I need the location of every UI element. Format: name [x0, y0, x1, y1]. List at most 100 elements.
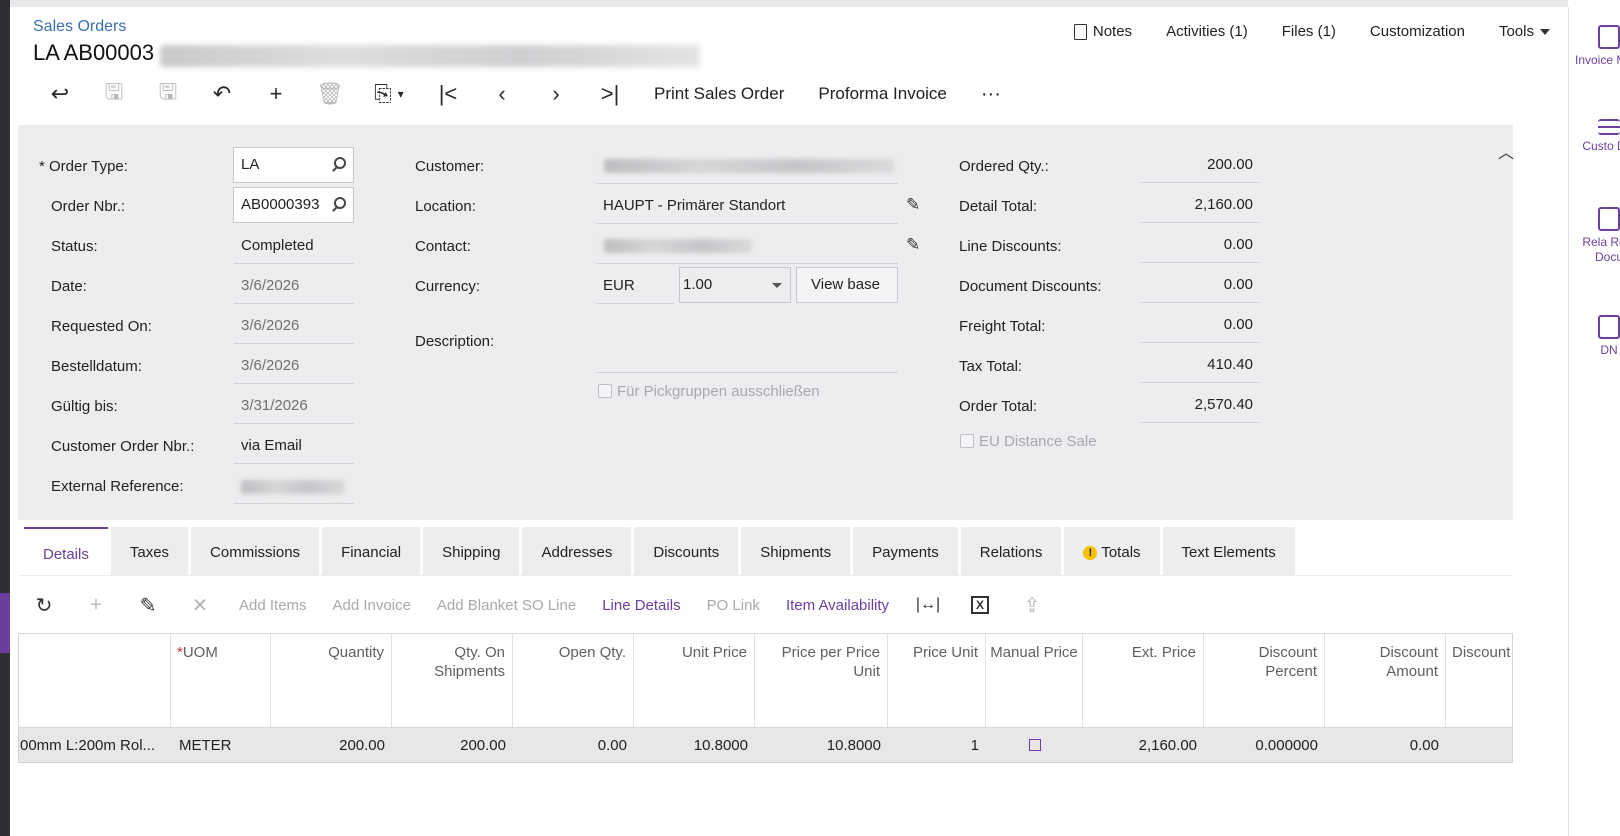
cell-quantity[interactable]: 200.00 — [271, 728, 392, 762]
cell-discount-amount[interactable]: 0.00 — [1325, 728, 1446, 762]
manual-price-checkbox[interactable] — [1028, 739, 1041, 751]
side-invoice-memo[interactable]: Invoice Mem — [1569, 25, 1620, 68]
upload-icon[interactable]: ⇪ — [1006, 588, 1058, 622]
col-header-quantity[interactable]: Quantity — [271, 634, 392, 727]
cell-uom[interactable]: METER — [171, 728, 271, 762]
back-icon[interactable]: ↩ — [33, 80, 87, 108]
fit-columns-icon[interactable]: |↔| — [902, 588, 954, 622]
more-actions-icon[interactable]: ··· — [964, 80, 1018, 108]
view-base-button[interactable]: View base — [796, 267, 898, 303]
cell-qty-on-shipments[interactable]: 200.00 — [392, 728, 513, 762]
search-icon[interactable] — [334, 157, 346, 169]
save-icon[interactable]: 🖫 — [141, 79, 195, 108]
proforma-invoice-button[interactable]: Proforma Invoice — [801, 80, 964, 108]
cell-discount-percent[interactable]: 0.000000 — [1204, 728, 1325, 762]
item-availability-button[interactable]: Item Availability — [773, 597, 902, 614]
edit-location-icon[interactable]: ✎ — [906, 195, 920, 215]
col-header-discount-percent[interactable]: Discount Percent — [1204, 634, 1325, 727]
currency-rate-select[interactable]: 1.00 — [679, 267, 791, 303]
cell-price-unit[interactable]: 1 — [888, 728, 986, 762]
activities-button[interactable]: Activities (1) — [1166, 23, 1248, 40]
add-blanket-so-line-button[interactable]: Add Blanket SO Line — [424, 597, 589, 614]
tab-details[interactable]: Details — [24, 527, 108, 575]
refresh-icon[interactable]: ↻ — [18, 588, 70, 622]
add-invoice-button[interactable]: Add Invoice — [320, 597, 424, 614]
tab-payments[interactable]: Payments — [853, 527, 958, 575]
cell-price-per-unit[interactable]: 10.8000 — [755, 728, 888, 762]
pickgruppen-checkbox[interactable] — [598, 384, 612, 398]
save-close-icon[interactable]: 🖫 — [87, 79, 141, 108]
side-label: DN — [1600, 343, 1618, 357]
col-header-open-qty[interactable]: Open Qty. — [513, 634, 634, 727]
col-header-discount-amount[interactable]: Discount Amount — [1325, 634, 1446, 727]
print-sales-order-button[interactable]: Print Sales Order — [637, 80, 801, 108]
export-excel-icon[interactable]: X — [954, 588, 1006, 622]
search-icon[interactable] — [334, 197, 346, 209]
col-header-unit-price[interactable]: Unit Price — [634, 634, 755, 727]
description-value[interactable] — [596, 337, 898, 373]
tab-commissions[interactable]: Commissions — [191, 527, 320, 575]
previous-record-icon[interactable]: ‹ — [475, 80, 529, 108]
cell-open-qty[interactable]: 0.00 — [513, 728, 634, 762]
tab-shipments[interactable]: Shipments — [741, 527, 851, 575]
first-record-icon[interactable]: |< — [421, 80, 475, 108]
order-nbr-input[interactable]: AB0000393 — [233, 187, 354, 223]
undo-icon[interactable]: ↶ — [195, 80, 249, 108]
cell-manual-price[interactable] — [986, 728, 1083, 762]
tools-button[interactable]: Tools — [1499, 23, 1550, 40]
breadcrumb[interactable]: Sales Orders — [33, 18, 126, 36]
delete-icon[interactable]: 🗑 — [303, 80, 357, 108]
freight-total-label: Freight Total: — [959, 318, 1046, 335]
tab-text-elements[interactable]: Text Elements — [1162, 527, 1295, 575]
col-header-description[interactable] — [19, 634, 171, 727]
side-dn[interactable]: DN — [1569, 315, 1620, 358]
tab-shipping[interactable]: Shipping — [423, 527, 520, 575]
col-header-discount[interactable]: Discount — [1446, 634, 1512, 727]
col-header-price-unit[interactable]: Price Unit — [888, 634, 986, 727]
tab-relations[interactable]: Relations — [960, 527, 1062, 575]
po-link-button[interactable]: PO Link — [694, 597, 773, 614]
customer-order-nbr-value[interactable]: via Email — [234, 428, 354, 464]
location-value[interactable]: HAUPT - Primärer Standort — [596, 188, 898, 224]
bestelldatum-value[interactable]: 3/6/2026 — [234, 348, 354, 384]
copy-paste-icon[interactable]: ⎘ ▾ — [357, 80, 421, 108]
add-items-button[interactable]: Add Items — [226, 597, 320, 614]
eu-distance-sale-checkbox[interactable] — [960, 434, 974, 448]
side-related-docs[interactable]: Rela Rete Docu — [1569, 207, 1620, 265]
cell-ext-price[interactable]: 2,160.00 — [1083, 728, 1204, 762]
col-header-price-per-unit[interactable]: Price per Price Unit — [755, 634, 888, 727]
customization-button[interactable]: Customization — [1370, 23, 1465, 40]
side-customer-details[interactable]: Custo Det — [1569, 119, 1620, 154]
edit-contact-icon[interactable]: ✎ — [906, 235, 920, 255]
gueltig-bis-value[interactable]: 3/31/2026 — [234, 388, 354, 424]
delete-row-icon[interactable]: ✕ — [174, 588, 226, 622]
tab-addresses[interactable]: Addresses — [522, 527, 632, 575]
tax-total-value: 410.40 — [1140, 347, 1260, 383]
contact-label: Contact: — [415, 238, 471, 255]
col-header-ext-price[interactable]: Ext. Price — [1083, 634, 1204, 727]
tab-financial[interactable]: Financial — [322, 527, 421, 575]
add-icon[interactable]: + — [249, 80, 303, 108]
col-header-uom[interactable]: *UOM — [171, 634, 271, 727]
date-value[interactable]: 3/6/2026 — [234, 268, 354, 304]
col-header-qty-on-shipments[interactable]: Qty. On Shipments — [392, 634, 513, 727]
edit-row-icon[interactable]: ✎ — [122, 588, 174, 622]
requested-on-value[interactable]: 3/6/2026 — [234, 308, 354, 344]
col-header-manual-price[interactable]: Manual Price — [986, 634, 1083, 727]
line-details-button[interactable]: Line Details — [589, 597, 693, 614]
cell-unit-price[interactable]: 10.8000 — [634, 728, 755, 762]
add-row-icon[interactable]: + — [70, 588, 122, 622]
tab-totals[interactable]: ! Totals — [1064, 527, 1160, 575]
table-row[interactable]: 00mm L:200m Rol... METER 200.00 200.00 0… — [19, 727, 1512, 762]
notes-button[interactable]: Notes — [1073, 23, 1132, 40]
last-record-icon[interactable]: >| — [583, 80, 637, 108]
tab-taxes[interactable]: Taxes — [110, 527, 189, 575]
collapse-icon[interactable]: ︿ — [1498, 139, 1514, 163]
order-type-input[interactable]: LA — [233, 147, 354, 183]
next-record-icon[interactable]: › — [529, 80, 583, 108]
description-label: Description: — [415, 333, 495, 350]
currency-value[interactable]: EUR — [596, 268, 674, 304]
files-button[interactable]: Files (1) — [1282, 23, 1336, 40]
tab-discounts[interactable]: Discounts — [634, 527, 739, 575]
cell-description[interactable]: 00mm L:200m Rol... — [19, 728, 171, 762]
